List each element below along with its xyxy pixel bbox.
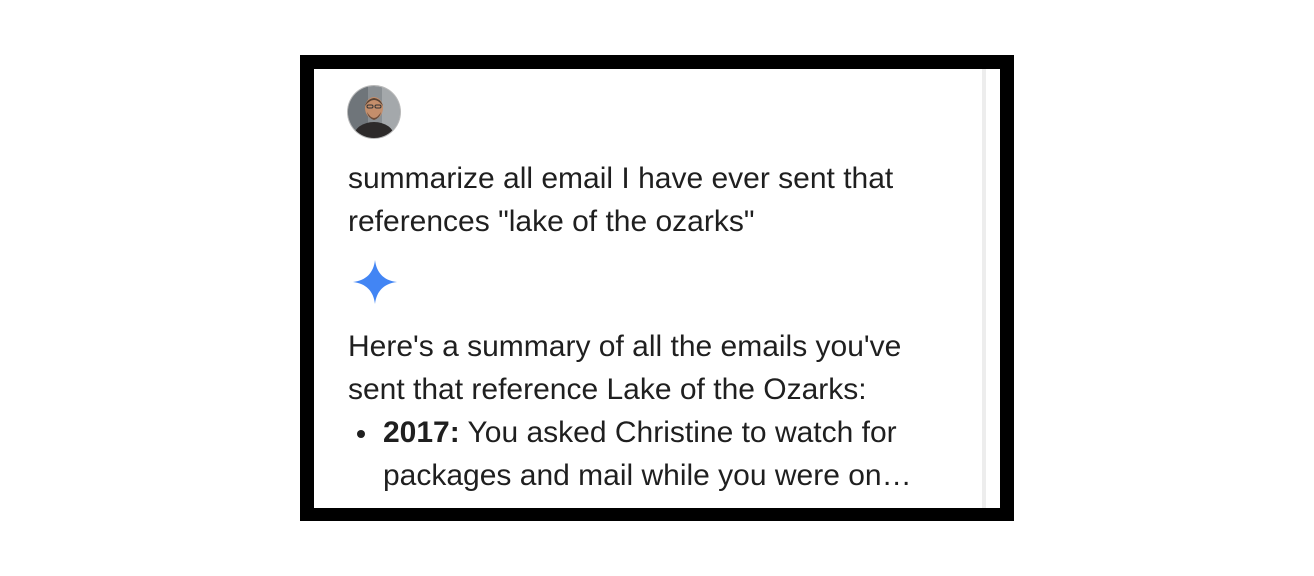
screenshot-frame: summarize all email I have ever sent tha… — [300, 55, 1014, 521]
list-item-text: You asked Christine to watch for package… — [383, 416, 912, 492]
list-item-year: 2017: — [383, 416, 460, 449]
user-avatar-photo-icon — [348, 86, 400, 138]
gemini-sparkle-icon — [353, 260, 397, 304]
response-intro: Here's a summary of all the emails you'v… — [348, 330, 902, 406]
user-avatar — [348, 86, 400, 138]
bullet-icon — [357, 430, 365, 438]
assistant-response: Here's a summary of all the emails you'v… — [348, 325, 948, 497]
list-item: 2017: You asked Christine to watch for p… — [348, 411, 948, 497]
user-prompt-text: summarize all email I have ever sent tha… — [348, 162, 894, 238]
scrollbar[interactable] — [982, 69, 986, 508]
response-list: 2017: You asked Christine to watch for p… — [348, 411, 948, 497]
chat-panel: summarize all email I have ever sent tha… — [314, 69, 1000, 508]
